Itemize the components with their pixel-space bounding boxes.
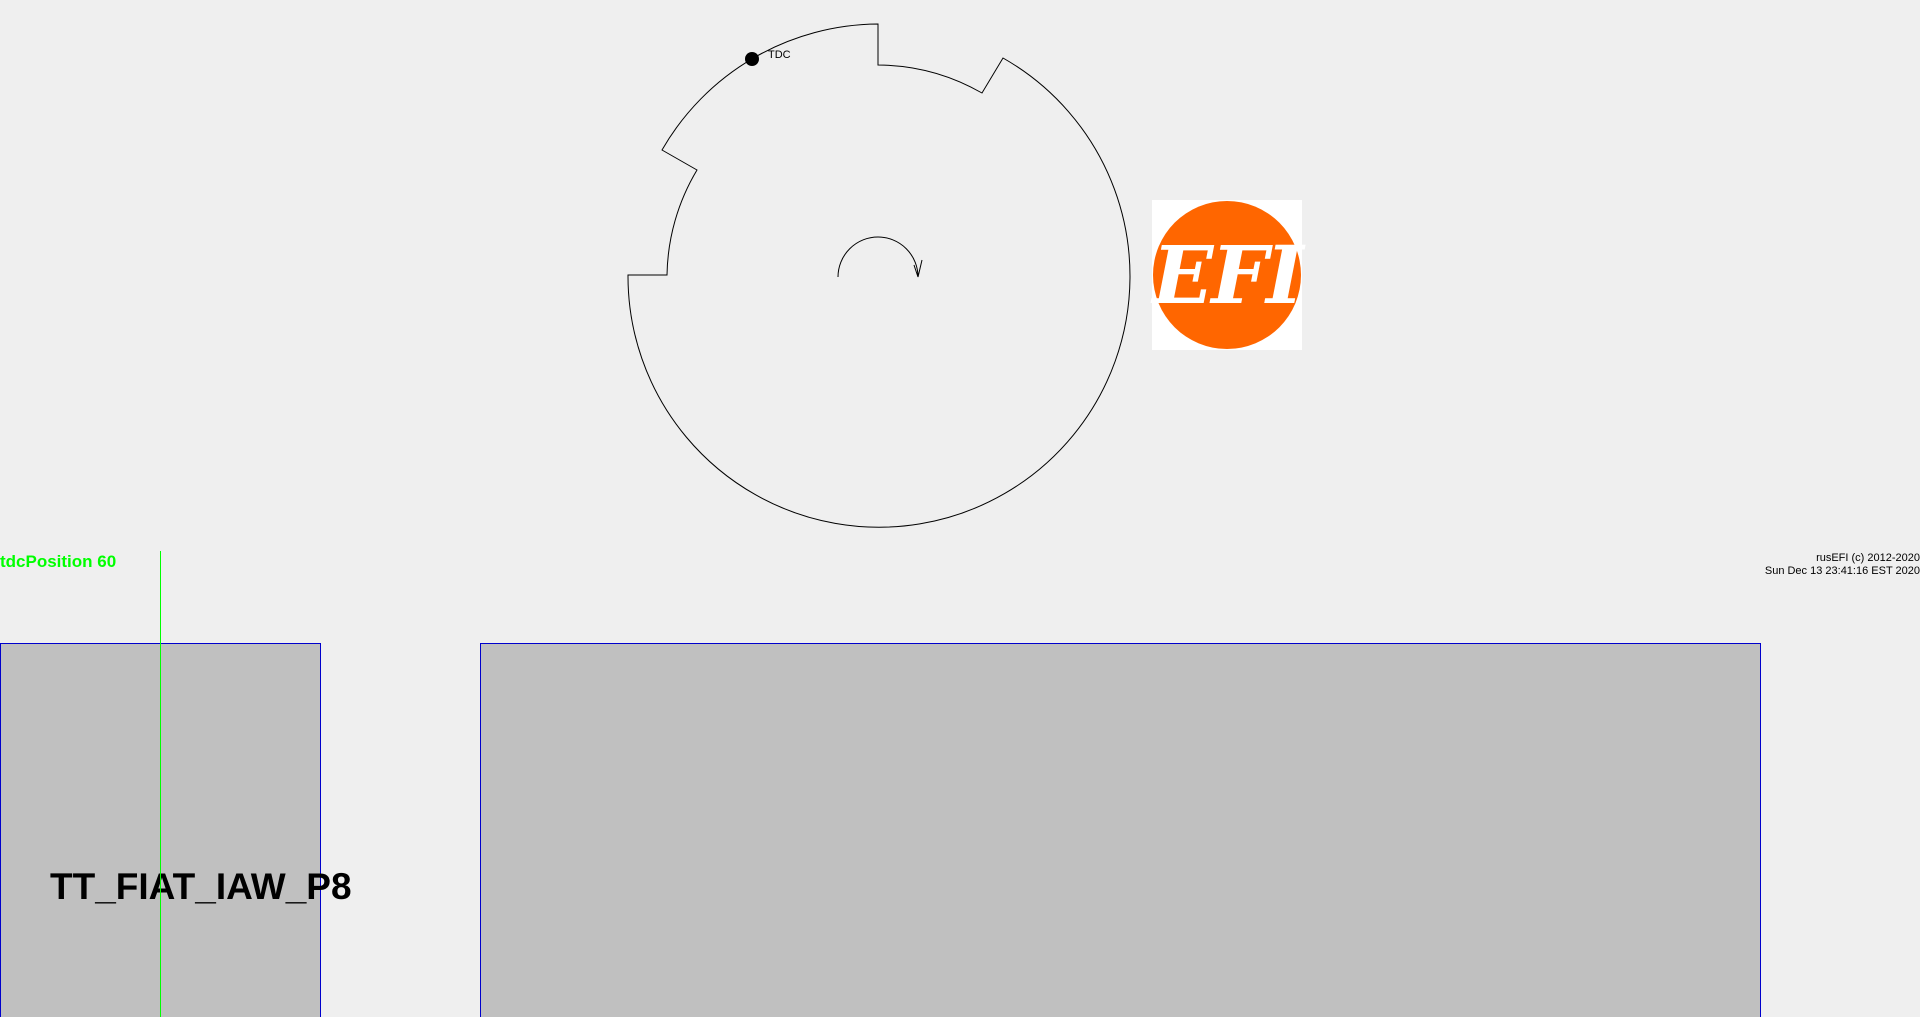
logo-text: EFI: [1152, 228, 1303, 322]
tdc-marker-label: TDC: [768, 49, 791, 61]
tdc-marker-icon: [745, 52, 759, 66]
copyright-text: rusEFI (c) 2012-2020: [1816, 552, 1920, 564]
timestamp-text: Sun Dec 13 23:41:16 EST 2020: [1764, 565, 1920, 577]
tdc-position-line: [160, 551, 161, 1017]
copyright-block: rusEFI (c) 2012-2020 Sun Dec 13 23:41:16…: [1765, 552, 1920, 578]
rusefi-logo: EFI: [1152, 200, 1304, 350]
trigger-signal-panel-right: [480, 643, 1761, 1017]
trigger-wheel-outline: [627, 23, 1131, 528]
trigger-type-name: TT_FIAT_IAW_P8: [50, 866, 352, 907]
rotation-direction-icon: [837, 236, 923, 278]
tdc-position-label: tdcPosition 60: [0, 552, 117, 571]
